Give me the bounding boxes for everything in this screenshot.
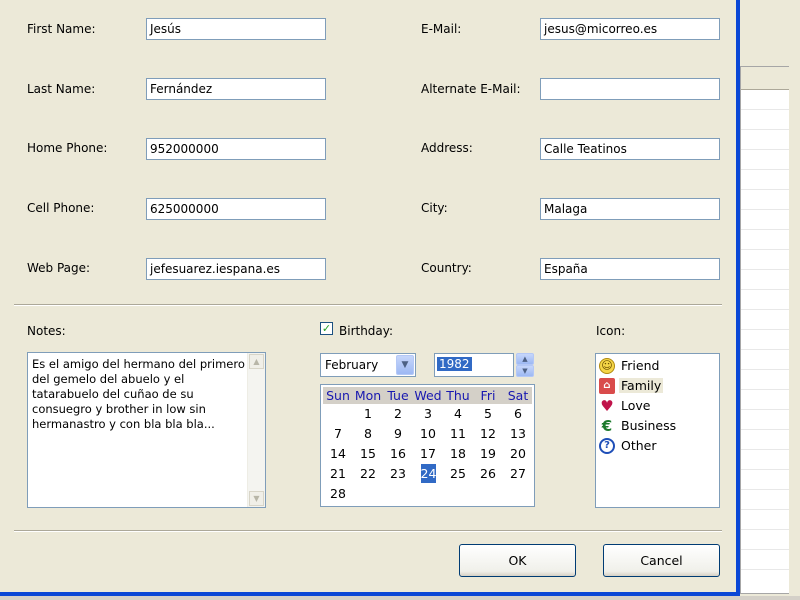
calendar-day[interactable]: 8 bbox=[353, 424, 383, 443]
calendar-day[interactable]: 23 bbox=[383, 464, 413, 483]
calendar-day[interactable]: 22 bbox=[353, 464, 383, 483]
checkmark-icon: ✓ bbox=[321, 322, 332, 335]
calendar-day[interactable]: 21 bbox=[323, 464, 353, 483]
first-name-label: First Name: bbox=[27, 22, 96, 36]
cell-phone-label: Cell Phone: bbox=[27, 201, 95, 215]
calendar-day[interactable]: 24 bbox=[413, 464, 443, 483]
address-field[interactable]: Calle Teatinos bbox=[540, 138, 720, 160]
calendar-day[interactable]: 9 bbox=[383, 424, 413, 443]
calendar-day[interactable]: 13 bbox=[503, 424, 533, 443]
calendar-day[interactable]: 1 bbox=[353, 404, 383, 423]
heart-icon: ♥ bbox=[600, 397, 614, 415]
separator bbox=[14, 530, 722, 532]
calendar-day[interactable]: 2 bbox=[383, 404, 413, 423]
calendar-day[interactable]: 3 bbox=[413, 404, 443, 423]
icon-option-label: Love bbox=[621, 398, 651, 413]
home-phone-label: Home Phone: bbox=[27, 141, 108, 155]
calendar-day[interactable]: 27 bbox=[503, 464, 533, 483]
web-page-field[interactable]: jefesuarez.iespana.es bbox=[146, 258, 326, 280]
ok-button[interactable]: OK bbox=[459, 544, 576, 577]
notes-line: consuegro y brother in low sin bbox=[32, 402, 206, 416]
last-name-label: Last Name: bbox=[27, 82, 96, 96]
calendar-header: Sun Mon Tue Wed Thu Fri Sat bbox=[323, 387, 532, 404]
calendar-day[interactable]: 20 bbox=[503, 444, 533, 463]
icon-option-family[interactable]: ⌂ Family bbox=[599, 377, 717, 395]
calendar-day[interactable]: 15 bbox=[353, 444, 383, 463]
notes-textarea[interactable]: Es el amigo del hermano del primero del … bbox=[27, 352, 266, 508]
calendar-day[interactable]: 18 bbox=[443, 444, 473, 463]
calendar-day[interactable]: 6 bbox=[503, 404, 533, 423]
home-phone-field[interactable]: 952000000 bbox=[146, 138, 326, 160]
icon-option-label: Friend bbox=[621, 358, 660, 373]
alternate-email-label: Alternate E-Mail: bbox=[421, 82, 521, 96]
country-field[interactable]: España bbox=[540, 258, 720, 280]
scroll-up-icon[interactable]: ▲ bbox=[249, 354, 264, 369]
address-label: Address: bbox=[421, 141, 473, 155]
notes-text: Es el amigo del hermano del primero del … bbox=[32, 357, 245, 432]
city-label: City: bbox=[421, 201, 448, 215]
notes-line: tatarabuelo del cuñao de su bbox=[32, 387, 194, 401]
last-name-field[interactable]: Fernández bbox=[146, 78, 326, 100]
city-field[interactable]: Malaga bbox=[540, 198, 720, 220]
separator bbox=[14, 304, 722, 306]
email-label: E-Mail: bbox=[421, 22, 462, 36]
spin-down-icon[interactable]: ▼ bbox=[516, 365, 534, 377]
web-page-label: Web Page: bbox=[27, 261, 91, 275]
cancel-button[interactable]: Cancel bbox=[603, 544, 720, 577]
calendar-day[interactable]: 14 bbox=[323, 444, 353, 463]
birthday-checkbox[interactable]: ✓ bbox=[320, 322, 333, 335]
background-strip bbox=[0, 596, 800, 600]
calendar-day[interactable]: 17 bbox=[413, 444, 443, 463]
alternate-email-field[interactable] bbox=[540, 78, 720, 100]
year-input[interactable]: 1982 bbox=[434, 353, 514, 377]
chevron-down-icon[interactable]: ▼ bbox=[396, 355, 414, 375]
euro-icon: € bbox=[601, 417, 613, 435]
calendar-day[interactable]: 4 bbox=[443, 404, 473, 423]
calendar-day[interactable]: 12 bbox=[473, 424, 503, 443]
smiley-icon: ☺ bbox=[599, 358, 615, 374]
icon-option-business[interactable]: € Business bbox=[599, 417, 717, 435]
icon-option-friend[interactable]: ☺ Friend bbox=[599, 357, 717, 375]
contact-dialog: First Name: Jesús Last Name: Fernández H… bbox=[0, 0, 740, 596]
calendar-day[interactable]: 7 bbox=[323, 424, 353, 443]
question-icon: ? bbox=[599, 438, 615, 454]
notes-scrollbar[interactable]: ▲ ▼ bbox=[247, 353, 265, 507]
country-label: Country: bbox=[421, 261, 472, 275]
icon-option-love[interactable]: ♥ Love bbox=[599, 397, 717, 415]
first-name-field[interactable]: Jesús bbox=[146, 18, 326, 40]
background-list bbox=[740, 66, 789, 594]
spin-up-icon[interactable]: ▲ bbox=[516, 353, 534, 365]
cell-phone-field[interactable]: 625000000 bbox=[146, 198, 326, 220]
email-field[interactable]: jesus@micorreo.es bbox=[540, 18, 720, 40]
calendar-day[interactable]: 5 bbox=[473, 404, 503, 423]
icon-label: Icon: bbox=[596, 324, 626, 338]
calendar-day[interactable]: 28 bbox=[323, 484, 353, 503]
year-value: 1982 bbox=[437, 357, 472, 371]
calendar[interactable]: Sun Mon Tue Wed Thu Fri Sat 1 2 3 4 5 6 7 8 9 10 1… bbox=[320, 384, 535, 507]
year-spinner[interactable]: ▲ ▼ bbox=[516, 353, 534, 377]
notes-label: Notes: bbox=[27, 324, 66, 338]
icon-option-label: Business bbox=[621, 418, 677, 433]
day-header: Sun bbox=[326, 388, 350, 403]
icon-option-label: Other bbox=[621, 438, 657, 453]
icon-listbox[interactable]: ☺ Friend ⌂ Family ♥ Love € Business ? Ot… bbox=[595, 353, 720, 508]
calendar-day[interactable]: 19 bbox=[473, 444, 503, 463]
birthday-label: Birthday: bbox=[339, 324, 394, 338]
month-select[interactable]: February ▼ bbox=[320, 353, 416, 377]
icon-option-label: Family bbox=[619, 378, 664, 393]
notes-line: Es el amigo del hermano del primero bbox=[32, 357, 245, 371]
house-icon: ⌂ bbox=[599, 378, 615, 394]
calendar-day[interactable]: 26 bbox=[473, 464, 503, 483]
calendar-day[interactable]: 16 bbox=[383, 444, 413, 463]
month-value: February bbox=[325, 358, 379, 372]
icon-option-other[interactable]: ? Other bbox=[599, 437, 717, 455]
scroll-down-icon[interactable]: ▼ bbox=[249, 491, 264, 506]
calendar-day[interactable]: 25 bbox=[443, 464, 473, 483]
calendar-day[interactable]: 10 bbox=[413, 424, 443, 443]
notes-line: del gemelo del abuelo y el bbox=[32, 372, 185, 386]
notes-line: hermanastro y con bla bla bla... bbox=[32, 417, 215, 431]
calendar-day[interactable]: 11 bbox=[443, 424, 473, 443]
